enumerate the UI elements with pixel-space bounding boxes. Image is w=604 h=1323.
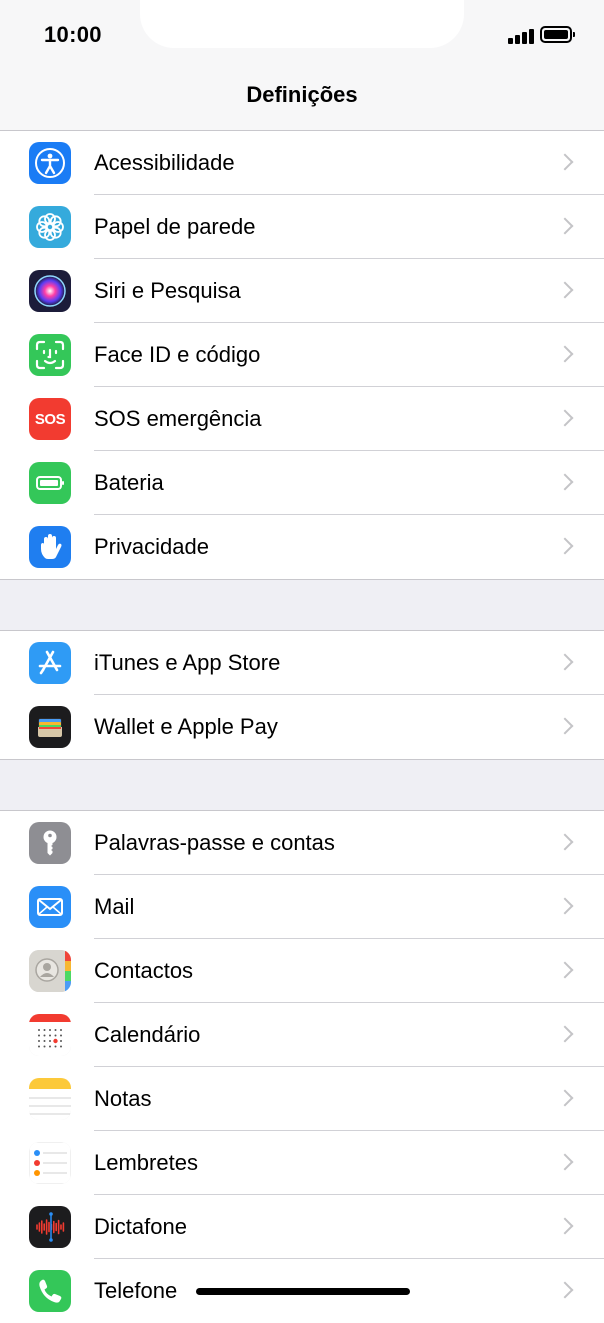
chevron-right-icon xyxy=(556,473,574,491)
chevron-right-icon xyxy=(556,345,574,363)
settings-item-sos-emergencia[interactable]: SOS SOS emergência xyxy=(0,387,604,451)
settings-item-face-id-e-codigo[interactable]: Face ID e código xyxy=(0,323,604,387)
chevron-right-icon xyxy=(556,217,574,235)
status-time: 10:00 xyxy=(44,22,102,47)
settings-item-label: Face ID e código xyxy=(94,342,261,367)
settings-item-papel-de-parede[interactable]: Papel de parede xyxy=(0,195,604,259)
settings-item-label: Privacidade xyxy=(94,534,209,559)
battery-icon xyxy=(29,462,71,504)
chevron-right-icon xyxy=(556,1217,574,1235)
navigation-bar: Definições xyxy=(0,70,604,131)
settings-item-dictafone[interactable]: Dictafone xyxy=(0,1195,604,1259)
chevron-right-icon xyxy=(556,961,574,979)
settings-item-label: Papel de parede xyxy=(94,214,256,239)
settings-item-label: Lembretes xyxy=(94,1150,198,1175)
chevron-right-icon xyxy=(556,409,574,427)
settings-item-label: Siri e Pesquisa xyxy=(94,278,241,303)
accessibility-icon xyxy=(29,142,71,184)
chevron-right-icon xyxy=(556,1153,574,1171)
settings-item-label: Acessibilidade xyxy=(94,150,235,175)
hand-icon xyxy=(29,526,71,568)
siri-icon xyxy=(29,270,71,312)
sos-icon: SOS xyxy=(29,398,71,440)
settings-item-lembretes[interactable]: Lembretes xyxy=(0,1131,604,1195)
notes-icon xyxy=(29,1078,71,1120)
settings-item-contactos[interactable]: Contactos xyxy=(0,939,604,1003)
settings-item-mail[interactable]: Mail xyxy=(0,875,604,939)
settings-list: Acessibilidade Papel de parede Siri e Pesq… xyxy=(0,131,604,1323)
chevron-right-icon xyxy=(556,897,574,915)
settings-item-label: iTunes e App Store xyxy=(94,650,281,675)
page-title: Definições xyxy=(246,82,358,107)
key-icon xyxy=(29,822,71,864)
settings-item-itunes-e-app-store[interactable]: iTunes e App Store xyxy=(0,631,604,695)
settings-item-label: Mail xyxy=(94,894,135,919)
chevron-right-icon xyxy=(556,1089,574,1107)
chevron-right-icon xyxy=(556,1025,574,1043)
phone-icon xyxy=(29,1270,71,1312)
settings-item-label: Calendário xyxy=(94,1022,201,1047)
battery-status-icon xyxy=(540,26,575,43)
chevron-right-icon xyxy=(556,653,574,671)
voice-memos-icon xyxy=(29,1206,71,1248)
settings-item-label: Wallet e Apple Pay xyxy=(94,714,278,739)
settings-item-privacidade[interactable]: Privacidade xyxy=(0,515,604,579)
contacts-icon xyxy=(29,950,71,992)
app-store-icon xyxy=(29,642,71,684)
face-id-icon xyxy=(29,334,71,376)
mail-icon xyxy=(29,886,71,928)
settings-item-label: Palavras-passe e contas xyxy=(94,830,335,855)
settings-item-notas[interactable]: Notas xyxy=(0,1067,604,1131)
settings-item-siri-e-pesquisa[interactable]: Siri e Pesquisa xyxy=(0,259,604,323)
settings-item-wallet-e-apple-pay[interactable]: Wallet e Apple Pay xyxy=(0,695,604,759)
settings-item-palavras-passe-e-contas[interactable]: Palavras-passe e contas xyxy=(0,811,604,875)
settings-item-label: Bateria xyxy=(94,470,164,495)
chevron-right-icon xyxy=(556,153,574,171)
chevron-right-icon xyxy=(556,1281,574,1299)
chevron-right-icon xyxy=(556,281,574,299)
wallpaper-icon xyxy=(29,206,71,248)
settings-item-label: SOS emergência xyxy=(94,406,262,431)
section-separator xyxy=(0,759,604,811)
section-separator xyxy=(0,579,604,631)
chevron-right-icon xyxy=(556,537,574,555)
settings-item-calendario[interactable]: Calendário xyxy=(0,1003,604,1067)
status-bar: 10:00 xyxy=(0,0,604,70)
settings-item-label: Notas xyxy=(94,1086,152,1111)
sos-icon-text: SOS xyxy=(34,410,66,428)
cellular-signal-icon xyxy=(508,28,536,44)
chevron-right-icon xyxy=(556,717,574,735)
settings-item-label: Dictafone xyxy=(94,1214,187,1239)
settings-item-acessibilidade[interactable]: Acessibilidade xyxy=(0,131,604,195)
settings-item-label: Telefone xyxy=(94,1278,178,1303)
reminders-icon xyxy=(29,1142,71,1184)
notch xyxy=(140,0,464,48)
calendar-icon xyxy=(29,1014,71,1056)
settings-item-label: Contactos xyxy=(94,958,194,983)
chevron-right-icon xyxy=(556,833,574,851)
wallet-icon xyxy=(29,706,71,748)
settings-item-bateria[interactable]: Bateria xyxy=(0,451,604,515)
home-indicator[interactable] xyxy=(196,1288,410,1295)
